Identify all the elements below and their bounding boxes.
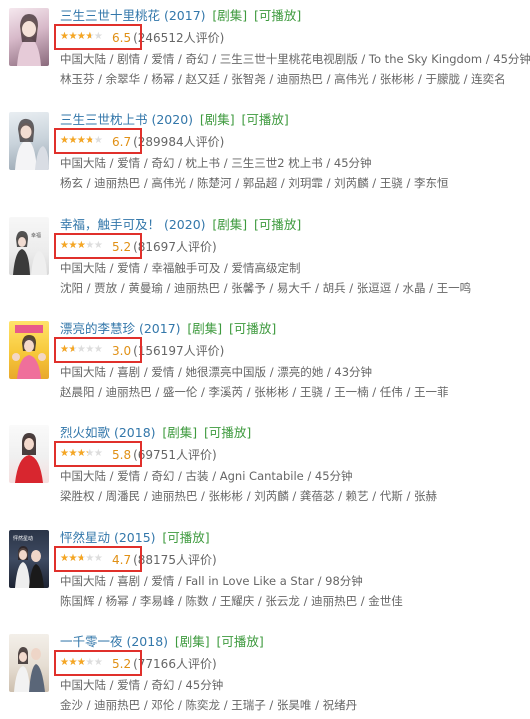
highlight-box xyxy=(54,337,142,363)
poster-image[interactable]: 怦然星动 xyxy=(9,530,49,588)
tag-playable[interactable]: [可播放] xyxy=(254,8,301,23)
highlight-box xyxy=(54,546,142,572)
item-meta-info: 中国大陆 / 喜剧 / 爱情 / 她很漂亮中国版 / 漂亮的她 / 43分钟 xyxy=(60,365,373,379)
item-meta-info: 中国大陆 / 喜剧 / 爱情 / Fall in Love Like a Sta… xyxy=(60,574,363,588)
item-meta-info: 中国大陆 / 爱情 / 奇幻 / 古装 / Agni Cantabile / 4… xyxy=(60,469,353,483)
tag-series[interactable]: [剧集] xyxy=(162,425,197,440)
tag-series[interactable]: [剧集] xyxy=(212,217,247,232)
poster-image[interactable] xyxy=(9,112,49,170)
tag-playable[interactable]: [可播放] xyxy=(204,425,251,440)
poster-image[interactable] xyxy=(9,8,49,66)
list-item: 幸福 幸福，触手可及！ (2020) [剧集] [可播放] ★★★★★★★★★★… xyxy=(0,213,530,313)
tag-series[interactable]: [剧集] xyxy=(212,8,247,23)
rating-votes: (77166人评价) xyxy=(133,657,217,671)
poster-image[interactable] xyxy=(9,321,49,379)
search-result-list: 三生三世十里桃花 (2017) [剧集] [可播放] ★★★★★★★★★★ 6.… xyxy=(0,0,530,719)
tag-series[interactable]: [剧集] xyxy=(175,634,210,649)
item-title-link[interactable]: 幸福，触手可及！ (2020) xyxy=(60,217,206,232)
highlight-box xyxy=(54,650,142,676)
item-meta-cast: 赵晨阳 / 迪丽热巴 / 盛一伦 / 李溪芮 / 张彬彬 / 王骁 / 王一楠 … xyxy=(60,385,449,399)
item-title-link[interactable]: 怦然星动 (2015) xyxy=(60,530,156,545)
rating-votes: (69751人评价) xyxy=(133,448,217,462)
list-item: 三生三世十里桃花 (2017) [剧集] [可播放] ★★★★★★★★★★ 6.… xyxy=(0,4,530,104)
rating-votes: (81697人评价) xyxy=(133,240,217,254)
tag-playable[interactable]: [可播放] xyxy=(229,321,276,336)
tag-playable[interactable]: [可播放] xyxy=(241,112,288,127)
item-title-link[interactable]: 三生三世十里桃花 (2017) xyxy=(60,8,206,23)
poster-image[interactable]: 幸福 xyxy=(9,217,49,275)
list-item: 怦然星动 怦然星动 (2015) [可播放] ★★★★★★★★★★ 4.7(88… xyxy=(0,526,530,626)
rating-row: ★★★★★★★★★★ 6.7(289984人评价) xyxy=(54,128,530,154)
highlight-box xyxy=(54,233,142,259)
poster-image[interactable] xyxy=(9,425,49,483)
list-item: 一千零一夜 (2018) [剧集] [可播放] ★★★★★★★★★★ 5.2(7… xyxy=(0,630,530,719)
svg-text:幸福: 幸福 xyxy=(31,232,41,239)
svg-text:怦然星动: 怦然星动 xyxy=(13,535,33,542)
item-meta-info: 中国大陆 / 爱情 / 幸福触手可及 / 爱情高级定制 xyxy=(60,261,301,275)
item-meta-info: 中国大陆 / 爱情 / 奇幻 / 45分钟 xyxy=(60,678,224,692)
rating-row: ★★★★★★★★★★ 5.2(77166人评价) xyxy=(54,650,530,676)
list-item: 漂亮的李慧珍 (2017) [剧集] [可播放] ★★★★★★★★★★ 3.0(… xyxy=(0,317,530,417)
poster-image[interactable] xyxy=(9,634,49,692)
rating-row: ★★★★★★★★★★ 5.8(69751人评价) xyxy=(54,441,530,467)
highlight-box xyxy=(54,24,142,50)
rating-row: ★★★★★★★★★★ 4.7(88175人评价) xyxy=(54,546,530,572)
item-meta-cast: 陈国辉 / 杨幂 / 李易峰 / 陈数 / 王耀庆 / 张云龙 / 迪丽热巴 /… xyxy=(60,594,403,608)
rating-votes: (289984人评价) xyxy=(133,135,225,149)
item-meta-info: 中国大陆 / 爱情 / 奇幻 / 枕上书 / 三生三世2 枕上书 / 45分钟 xyxy=(60,156,372,170)
tag-playable[interactable]: [可播放] xyxy=(216,634,263,649)
highlight-box xyxy=(54,128,142,154)
item-title-link[interactable]: 一千零一夜 (2018) xyxy=(60,634,168,649)
item-meta-cast: 杨玄 / 迪丽热巴 / 高伟光 / 陈楚河 / 郭品超 / 刘玥霏 / 刘芮麟 … xyxy=(60,176,449,190)
item-title-link[interactable]: 漂亮的李慧珍 (2017) xyxy=(60,321,181,336)
rating-row: ★★★★★★★★★★ 5.2(81697人评价) xyxy=(54,233,530,259)
item-meta-cast: 沈阳 / 贾放 / 黄曼瑜 / 迪丽热巴 / 张馨予 / 易大千 / 胡兵 / … xyxy=(60,281,472,295)
rating-votes: (156197人评价) xyxy=(133,344,225,358)
item-meta-cast: 金沙 / 迪丽热巴 / 邓伦 / 陈奕龙 / 王瑞子 / 张昊唯 / 祝绪丹 xyxy=(60,698,358,712)
rating-row: ★★★★★★★★★★ 6.5(246512人评价) xyxy=(54,24,530,50)
item-meta-info: 中国大陆 / 剧情 / 爱情 / 奇幻 / 三生三世十里桃花电视剧版 / To … xyxy=(60,52,530,66)
rating-votes: (246512人评价) xyxy=(133,31,225,45)
tag-series[interactable]: [剧集] xyxy=(200,112,235,127)
list-item: 烈火如歌 (2018) [剧集] [可播放] ★★★★★★★★★★ 5.8(69… xyxy=(0,421,530,521)
item-meta-cast: 梁胜权 / 周潘民 / 迪丽热巴 / 张彬彬 / 刘芮麟 / 龚蓓苾 / 赖艺 … xyxy=(60,489,437,503)
highlight-box xyxy=(54,441,142,467)
tag-playable[interactable]: [可播放] xyxy=(254,217,301,232)
tag-playable[interactable]: [可播放] xyxy=(162,530,209,545)
rating-votes: (88175人评价) xyxy=(133,553,217,567)
tag-series[interactable]: [剧集] xyxy=(187,321,222,336)
item-meta-cast: 林玉芬 / 余翠华 / 杨幂 / 赵又廷 / 张智尧 / 迪丽热巴 / 高伟光 … xyxy=(60,72,506,86)
item-title-link[interactable]: 三生三世枕上书 (2020) xyxy=(60,112,193,127)
list-item: 三生三世枕上书 (2020) [剧集] [可播放] ★★★★★★★★★★ 6.7… xyxy=(0,108,530,208)
rating-row: ★★★★★★★★★★ 3.0(156197人评价) xyxy=(54,337,530,363)
item-title-link[interactable]: 烈火如歌 (2018) xyxy=(60,425,156,440)
